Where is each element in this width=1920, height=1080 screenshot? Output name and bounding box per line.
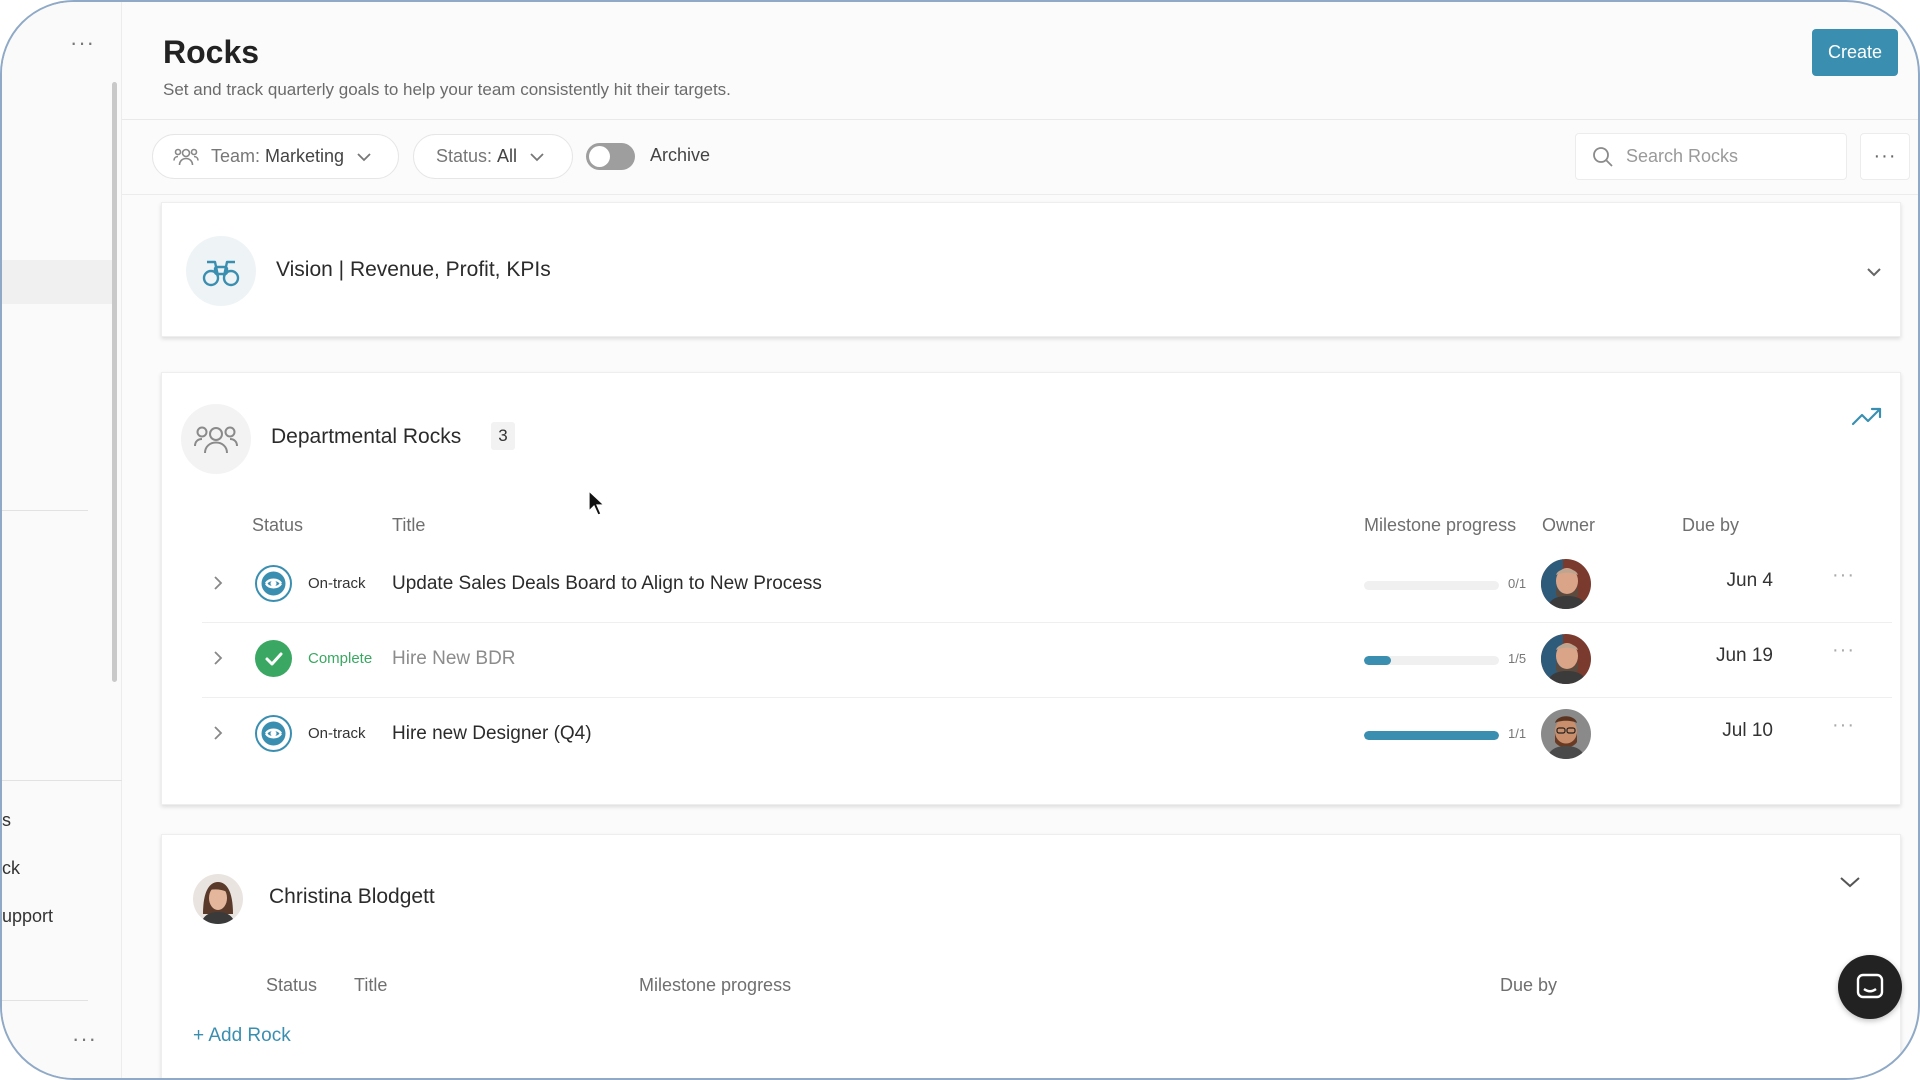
owner-avatar[interactable] [1541,559,1591,609]
chevron-right-icon[interactable] [212,724,224,747]
status-label: Complete [308,650,373,667]
sidebar-divider [2,780,122,781]
chat-support-button[interactable] [1838,955,1902,1019]
vision-title: Vision | Revenue, Profit, KPIs [276,258,551,281]
team-filter[interactable]: Team: Marketing [152,134,399,179]
due-date: Jul 10 [1722,720,1773,741]
team-filter-label: Team: [211,146,261,166]
table-row[interactable]: Complete Hire New BDR 1/5 Jun 19 ··· [202,623,1892,698]
column-milestone: Milestone progress [639,975,792,995]
sidebar-menu-icon[interactable]: ··· [70,30,95,56]
team-icon [181,404,251,474]
column-due: Due by [1682,515,1740,535]
rock-title[interactable]: Hire New BDR [392,648,516,670]
archive-toggle[interactable] [586,143,635,170]
column-title: Title [392,515,426,535]
sidebar-link-2[interactable]: ck [2,858,20,879]
chevron-down-icon[interactable] [1838,875,1862,894]
sidebar-scrollbar[interactable] [112,82,117,682]
on-track-icon [255,565,292,602]
table-row[interactable]: On-track Update Sales Deals Board to Ali… [202,548,1892,623]
table-row[interactable]: On-track Hire new Designer (Q4) 1/1 Jul … [202,698,1892,773]
rock-title[interactable]: Hire new Designer (Q4) [392,723,592,745]
chevron-right-icon[interactable] [212,574,224,597]
milestone-progress-text: 1/5 [1508,651,1527,666]
header-divider [122,119,1918,120]
chevron-right-icon[interactable] [212,649,224,672]
status-filter-value: All [497,146,518,166]
due-date: Jun 19 [1715,645,1773,666]
create-button[interactable]: Create [1812,29,1898,76]
add-rock-button[interactable]: + Add Rock [193,1025,291,1047]
sidebar-link-support[interactable]: upport [2,906,53,927]
row-more-icon[interactable]: ··· [1832,639,1855,662]
chevron-down-icon[interactable] [1865,265,1883,283]
on-track-icon [255,715,292,752]
column-milestone: Milestone progress [1364,515,1517,535]
rock-count-badge: 3 [491,422,515,450]
status-label: On-track [308,575,366,592]
sidebar-active-item[interactable] [2,260,112,304]
sidebar-link-1[interactable]: s [2,810,11,831]
departmental-title: Departmental Rocks [271,425,462,448]
row-more-icon[interactable]: ··· [1832,714,1855,737]
toggle-knob [589,146,610,167]
milestone-progress-text: 0/1 [1508,576,1527,591]
owner-rocks-card: Christina Blodgett Status Title Mileston… [161,834,1901,1078]
progress-fill [1364,731,1499,740]
sidebar-divider [2,1000,88,1001]
team-icon [173,146,199,168]
app-window: ··· s ck upport ··· Rocks Set and track … [0,0,1920,1080]
rock-title[interactable]: Update Sales Deals Board to Align to New… [392,573,822,595]
check-circle-icon [255,640,292,677]
milestone-progress-bar [1364,731,1499,740]
status-label: On-track [308,725,366,742]
team-filter-value: Marketing [265,146,345,166]
sidebar-divider [2,510,88,511]
filter-divider [122,194,1918,195]
milestone-progress-bar [1364,581,1499,590]
owner-avatar[interactable] [1541,709,1591,759]
column-status: Status [252,515,304,535]
status-filter[interactable]: Status: All [413,134,573,179]
search-icon [1592,146,1614,168]
owner-avatar[interactable] [193,874,243,924]
milestone-progress-text: 1/1 [1508,726,1527,741]
column-status: Status [266,975,318,995]
chevron-down-icon [529,152,545,162]
page-title: Rocks [163,34,260,70]
search-box[interactable] [1575,133,1847,180]
vision-card[interactable]: Vision | Revenue, Profit, KPIs [161,202,1901,337]
mouse-cursor [588,489,606,521]
search-input[interactable] [1626,146,1826,167]
milestone-progress-bar [1364,656,1499,665]
page-subtitle: Set and track quarterly goals to help yo… [163,80,731,99]
due-date: Jun 4 [1726,570,1773,591]
owner-avatar[interactable] [1541,634,1591,684]
progress-fill [1364,656,1391,665]
column-owner: Owner [1542,515,1596,535]
trending-up-icon[interactable] [1851,405,1883,432]
status-filter-label: Status: [436,146,493,166]
column-title: Title [354,975,388,995]
column-due: Due by [1500,975,1558,995]
binoculars-icon [186,236,256,306]
archive-label: Archive [650,145,711,165]
sidebar-bottom-menu-icon[interactable]: ··· [72,1026,97,1052]
chat-icon [1855,972,1885,1002]
departmental-rocks-card: Departmental Rocks 3 Status Title Milest… [161,372,1901,805]
sidebar: ··· s ck upport ··· [2,2,122,1078]
more-options-button[interactable]: ··· [1860,133,1910,180]
chevron-down-icon [356,152,372,162]
row-more-icon[interactable]: ··· [1832,564,1855,587]
owner-name: Christina Blodgett [269,885,435,908]
